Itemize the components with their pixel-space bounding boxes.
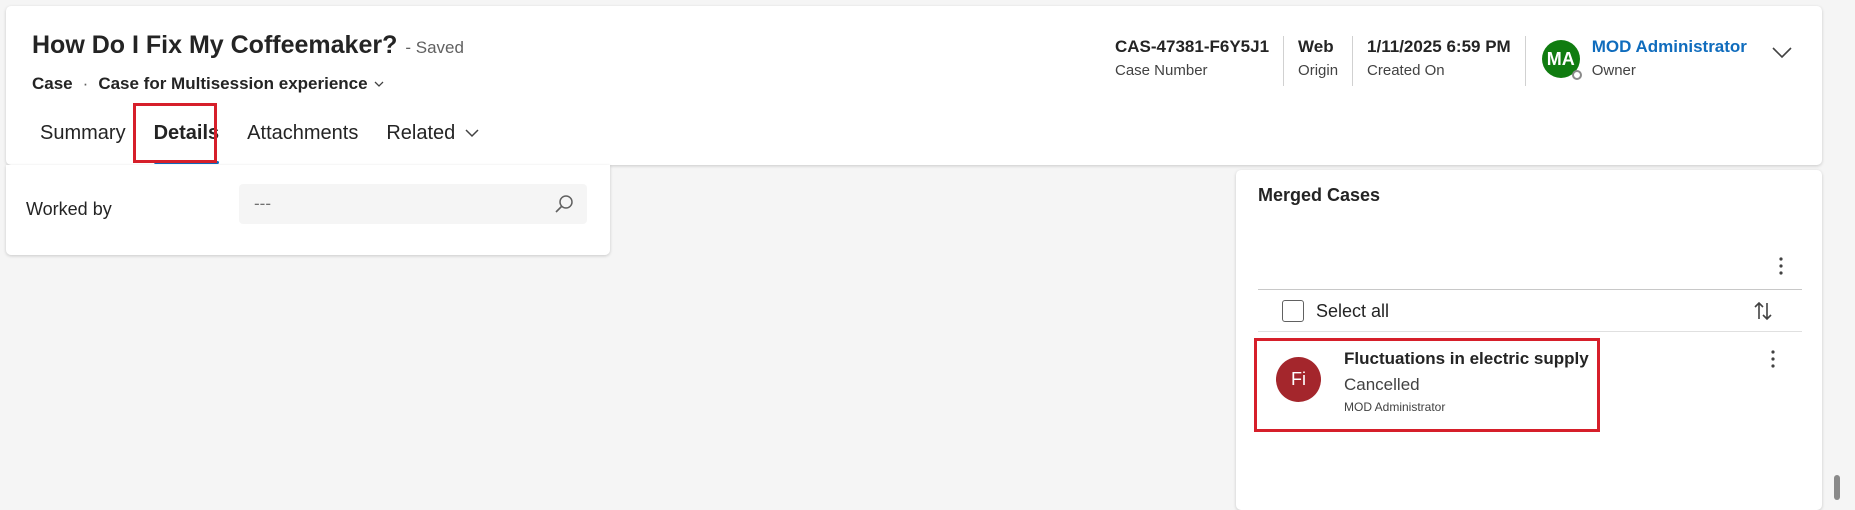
scrollbar[interactable] xyxy=(1834,475,1840,500)
entity-label: Case xyxy=(32,74,73,93)
divider xyxy=(1258,331,1802,332)
sort-button[interactable] xyxy=(1750,298,1776,324)
more-options-button[interactable] xyxy=(1770,254,1792,278)
separator: · xyxy=(82,74,89,93)
origin-label: Origin xyxy=(1298,62,1339,79)
worked-by-value[interactable]: --- xyxy=(254,194,553,214)
owner-label: Owner xyxy=(1591,62,1636,79)
chevron-down-icon xyxy=(1772,47,1792,59)
case-number-label: Case Number xyxy=(1115,62,1208,79)
origin-field: Web Origin xyxy=(1284,36,1354,86)
header-expand-button[interactable] xyxy=(1769,40,1795,66)
avatar-initials: MA xyxy=(1546,48,1575,69)
select-all-row: Select all xyxy=(1282,300,1389,322)
divider xyxy=(1258,289,1802,290)
tab-list: Summary Details Attachments Related xyxy=(26,114,493,164)
form-selector[interactable]: Case for Multisession experience xyxy=(98,74,384,94)
merged-cases-title: Merged Cases xyxy=(1258,185,1381,205)
tab-attachments[interactable]: Attachments xyxy=(233,114,372,164)
more-vertical-icon xyxy=(1771,350,1775,368)
avatar: MA xyxy=(1541,40,1582,80)
record-title[interactable]: Fluctuations in electric supply xyxy=(1344,349,1589,369)
case-number-field: CAS-47381-F6Y5J1 Case Number xyxy=(1101,36,1285,86)
record-owner: MOD Administrator xyxy=(1344,400,1446,414)
title-row: How Do I Fix My Coffeemaker? - Saved xyxy=(32,31,464,60)
owner-field: MA MOD Administrator Owner xyxy=(1526,36,1747,80)
worked-by-lookup[interactable]: --- xyxy=(239,184,587,224)
record-header: How Do I Fix My Coffeemaker? - Saved Cas… xyxy=(6,6,1822,165)
created-on-value: 1/11/2025 6:59 PM xyxy=(1367,37,1511,56)
avatar-initials: Fi xyxy=(1291,369,1306,389)
search-icon[interactable] xyxy=(553,193,575,215)
row-more-options-button[interactable] xyxy=(1762,346,1784,372)
more-vertical-icon xyxy=(1779,257,1783,275)
list-item[interactable]: Fi Fluctuations in electric supply Cance… xyxy=(1258,340,1598,428)
tab-related[interactable]: Related xyxy=(372,114,493,164)
tab-label: Details xyxy=(153,122,220,144)
sort-icon xyxy=(1754,301,1772,321)
header-fields: CAS-47381-F6Y5J1 Case Number Web Origin … xyxy=(1101,36,1747,86)
owner-link[interactable]: MOD Administrator xyxy=(1592,36,1747,58)
created-on-field: 1/11/2025 6:59 PM Created On xyxy=(1353,36,1526,86)
worked-by-section: Worked by --- xyxy=(6,165,610,255)
case-number-value: CAS-47381-F6Y5J1 xyxy=(1115,37,1270,56)
tab-details[interactable]: Details xyxy=(140,114,234,164)
tab-label: Related xyxy=(386,122,456,144)
form-selector-label: Case for Multisession experience xyxy=(98,74,368,93)
worked-by-label: Worked by xyxy=(26,199,112,219)
presence-status-icon xyxy=(1571,70,1582,80)
tab-label: Summary xyxy=(40,122,126,144)
select-all-label: Select all xyxy=(1316,300,1390,321)
merged-cases-section: Merged Cases Select all Fi Fluctuations … xyxy=(1236,170,1822,510)
tab-label: Attachments xyxy=(247,122,359,144)
subtitle-row: Case · Case for Multisession experience xyxy=(32,74,384,94)
tab-summary[interactable]: Summary xyxy=(26,114,140,164)
select-all-checkbox[interactable] xyxy=(1282,300,1304,322)
record-title: How Do I Fix My Coffeemaker? xyxy=(32,31,398,59)
chevron-down-icon xyxy=(374,81,384,87)
save-status: - Saved xyxy=(405,38,464,57)
origin-value: Web xyxy=(1298,37,1334,56)
avatar: Fi xyxy=(1276,357,1321,402)
created-on-label: Created On xyxy=(1367,62,1445,79)
chevron-down-icon xyxy=(465,129,479,138)
record-status: Cancelled xyxy=(1344,375,1420,394)
